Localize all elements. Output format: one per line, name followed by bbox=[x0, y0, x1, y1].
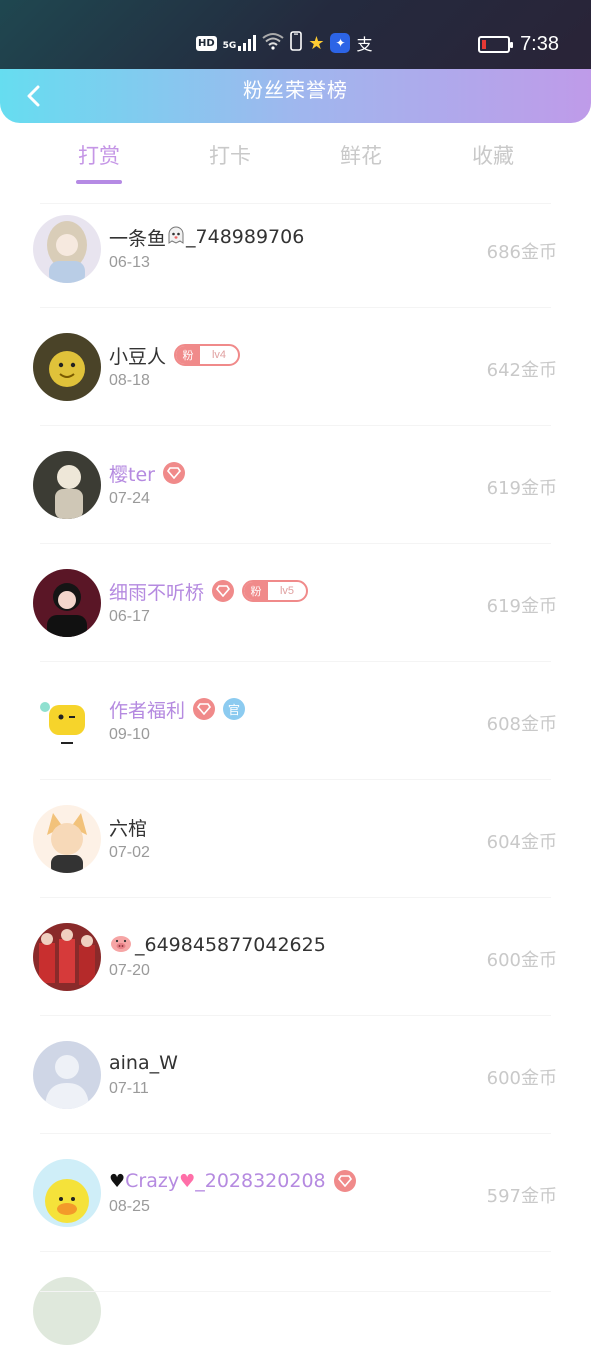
date: 07-02 bbox=[109, 844, 150, 861]
tab-active-indicator bbox=[76, 180, 122, 184]
date: 08-25 bbox=[109, 1198, 150, 1215]
coin-amount: 604金币 bbox=[486, 832, 557, 853]
avatar[interactable] bbox=[33, 1159, 101, 1227]
tab-flowers[interactable]: 鲜花 bbox=[311, 130, 411, 186]
battery-icon bbox=[478, 35, 514, 53]
tab-favorites[interactable]: 收藏 bbox=[443, 130, 543, 186]
date: 06-17 bbox=[109, 608, 150, 625]
wifi-icon bbox=[262, 32, 284, 54]
avatar[interactable] bbox=[33, 687, 101, 755]
pig-emoji-icon bbox=[109, 933, 133, 957]
list-item[interactable]: ♥ Crazy ♥ _2028320208 08-25 597金币 bbox=[0, 1134, 591, 1252]
status-right: 7:38 bbox=[478, 30, 559, 58]
list-item[interactable]: 樱ter 07-24 619金币 bbox=[0, 426, 591, 544]
ghost-emoji-icon bbox=[166, 225, 186, 249]
username: _649845877042625 bbox=[135, 934, 326, 956]
fan-level-badge: 粉 lv4 bbox=[174, 344, 241, 366]
username: 六棺 bbox=[109, 817, 148, 840]
diamond-icon bbox=[333, 1170, 356, 1192]
bulb-icon: ✦ bbox=[330, 33, 351, 53]
hd-indicator: HD bbox=[196, 35, 217, 51]
official-badge: 官 bbox=[223, 698, 246, 720]
list-item[interactable]: 一条鱼 _748989706 06-13 686金币 bbox=[0, 190, 591, 308]
coin-amount: 619金币 bbox=[486, 596, 557, 617]
list-item[interactable]: 六棺 07-02 604金币 bbox=[0, 780, 591, 898]
date: 06-13 bbox=[109, 254, 150, 271]
star-icon: ★ bbox=[308, 32, 325, 54]
fan-level-badge: 粉 lv5 bbox=[242, 580, 309, 602]
tab-checkin[interactable]: 打卡 bbox=[180, 130, 280, 186]
page-header: 粉丝荣誉榜 bbox=[0, 69, 591, 123]
avatar[interactable] bbox=[33, 1277, 101, 1345]
list-item[interactable] bbox=[0, 1252, 591, 1345]
pink-heart-icon: ♥ bbox=[179, 1170, 196, 1192]
date: 07-20 bbox=[109, 962, 150, 979]
status-icons: HD 5G ★ ✦ 支 bbox=[196, 31, 372, 55]
username: Crazy bbox=[125, 1170, 180, 1192]
username-suffix: _2028320208 bbox=[195, 1170, 326, 1192]
list-item[interactable]: 细雨不听桥 粉 lv5 06-17 619金币 bbox=[0, 544, 591, 662]
username: 细雨不听桥 bbox=[109, 581, 205, 604]
alipay-icon: 支 bbox=[356, 35, 373, 54]
avatar[interactable] bbox=[33, 805, 101, 873]
date: 07-11 bbox=[109, 1080, 149, 1097]
coin-amount: 600金币 bbox=[486, 1068, 557, 1089]
list-item[interactable]: 小豆人 粉 lv4 08-18 642金币 bbox=[0, 308, 591, 426]
tab-reward[interactable]: 打赏 bbox=[49, 130, 149, 186]
signal-icon: 5G bbox=[223, 35, 257, 51]
date: 09-10 bbox=[109, 726, 150, 743]
list-item[interactable]: 作者福利 官 09-10 608金币 bbox=[0, 662, 591, 780]
coin-amount: 619金币 bbox=[486, 478, 557, 499]
username: aina_W bbox=[109, 1052, 178, 1074]
page-title: 粉丝荣誉榜 bbox=[243, 78, 348, 102]
list-item[interactable]: _649845877042625 07-20 600金币 bbox=[0, 898, 591, 1016]
list-item[interactable]: aina_W 07-11 600金币 bbox=[0, 1016, 591, 1134]
avatar[interactable] bbox=[33, 333, 101, 401]
username: 小豆人 bbox=[109, 345, 167, 368]
diamond-icon bbox=[162, 462, 185, 484]
date: 07-24 bbox=[109, 490, 150, 507]
diamond-icon bbox=[212, 580, 235, 602]
avatar[interactable] bbox=[33, 215, 101, 283]
ranking-list: 一条鱼 _748989706 06-13 686金币 小豆人 粉 lv4 08-… bbox=[0, 190, 591, 1345]
avatar[interactable] bbox=[33, 1041, 101, 1109]
diamond-icon bbox=[193, 698, 216, 720]
avatar[interactable] bbox=[33, 569, 101, 637]
coin-amount: 686金币 bbox=[486, 242, 557, 263]
tab-bar: 打赏 打卡 鲜花 收藏 bbox=[0, 130, 591, 190]
avatar[interactable] bbox=[33, 923, 101, 991]
username: 一条鱼 bbox=[109, 227, 167, 250]
username-suffix: _748989706 bbox=[186, 226, 305, 248]
coin-amount: 600金币 bbox=[486, 950, 557, 971]
coin-amount: 642金币 bbox=[486, 360, 557, 381]
black-heart-icon: ♥ bbox=[109, 1170, 126, 1192]
avatar[interactable] bbox=[33, 451, 101, 519]
clock: 7:38 bbox=[520, 32, 559, 55]
date: 08-18 bbox=[109, 372, 150, 389]
coin-amount: 597金币 bbox=[486, 1186, 557, 1207]
username: 樱ter bbox=[109, 463, 155, 486]
phone-icon bbox=[290, 31, 303, 55]
username: 作者福利 bbox=[109, 699, 186, 722]
coin-amount: 608金币 bbox=[486, 714, 557, 735]
